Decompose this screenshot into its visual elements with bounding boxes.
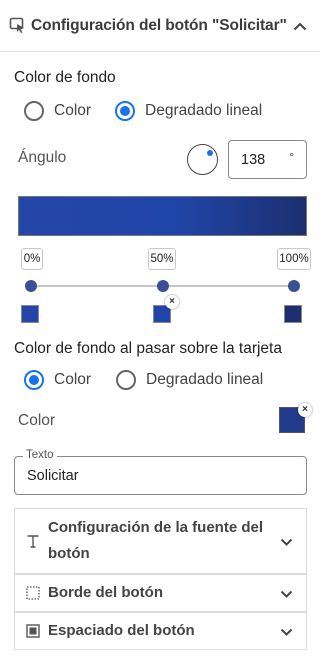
angle-dial[interactable] (187, 144, 218, 175)
hover-type-color-option[interactable]: Color (24, 370, 91, 390)
panel-header[interactable]: Configuración del botón "Solicitar" (0, 0, 320, 52)
angle-dial-dot[interactable] (207, 150, 213, 156)
stop-color-swatch-end[interactable] (284, 305, 302, 323)
cursor-click-icon (8, 17, 26, 35)
panel-title: Configuración del botón "Solicitar" (31, 16, 287, 34)
angle-unit: ° (289, 150, 294, 164)
hover-type-radio-group: Color Degradado lineal (24, 370, 263, 390)
stop-handle-middle[interactable] (157, 280, 169, 292)
radio-gradient[interactable] (115, 101, 136, 121)
accordion-font-settings[interactable]: Configuración de la fuente del botón (14, 508, 307, 574)
hover-radio-color-label: Color (54, 371, 92, 388)
button-text-legend: Texto (23, 449, 57, 461)
hover-radio-color[interactable] (24, 370, 44, 390)
accordion-button-padding-title: Espaciado del botón (48, 622, 195, 639)
accordion-button-border[interactable]: Borde del botón (14, 574, 307, 612)
angle-input[interactable]: 138 ° (228, 140, 307, 179)
hover-radio-gradient[interactable] (116, 370, 137, 390)
stop-color-swatch-start[interactable] (21, 305, 39, 323)
background-type-radio-group: Color Degradado lineal (24, 101, 262, 121)
chevron-down-icon[interactable] (278, 586, 294, 602)
background-type-gradient-option[interactable]: Degradado lineal (115, 101, 262, 121)
stop-label-middle: 50% (148, 248, 176, 270)
radio-color-label: Color (54, 102, 92, 119)
accordion-button-padding[interactable]: Espaciado del botón (14, 612, 307, 650)
border-icon (25, 585, 41, 601)
hover-radio-gradient-label: Degradado lineal (146, 371, 264, 388)
hover-type-gradient-option[interactable]: Degradado lineal (116, 370, 263, 390)
hover-background-label: Color de fondo al pasar sobre la tarjeta (14, 340, 282, 357)
angle-label: Ángulo (18, 149, 67, 166)
radio-color[interactable] (24, 101, 44, 121)
stop-label-end: 100% (277, 248, 311, 270)
padding-icon (25, 623, 41, 639)
accordion-button-border-title: Borde del botón (48, 584, 163, 601)
text-icon (25, 533, 41, 549)
accordion-font-settings-title: Configuración de la fuente del botón (48, 519, 264, 562)
hover-color-label: Color (18, 412, 56, 429)
chevron-down-icon[interactable] (278, 624, 294, 640)
clear-hover-color-icon[interactable]: × (298, 403, 312, 417)
button-text-value[interactable]: Solicitar (27, 468, 79, 484)
angle-value: 138 (241, 151, 266, 168)
chevron-down-icon[interactable] (278, 534, 294, 550)
gradient-preview (18, 196, 307, 236)
background-color-label: Color de fondo (14, 69, 116, 86)
remove-stop-icon[interactable]: × (165, 295, 179, 309)
button-text-field[interactable]: Texto Solicitar (14, 449, 307, 495)
stop-handle-end[interactable] (288, 280, 300, 292)
radio-gradient-label: Degradado lineal (145, 102, 263, 119)
chevron-up-icon[interactable] (290, 16, 310, 36)
stop-handle-start[interactable] (25, 280, 37, 292)
stop-label-start: 0% (21, 248, 43, 270)
background-type-color-option[interactable]: Color (24, 101, 91, 121)
